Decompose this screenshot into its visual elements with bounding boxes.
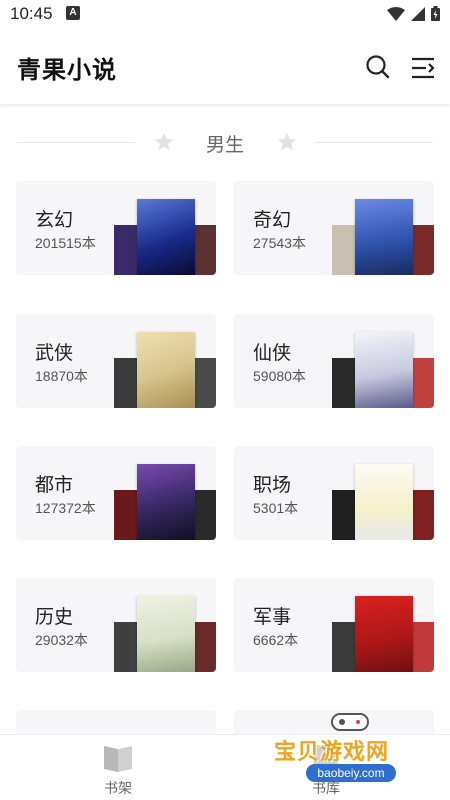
category-name: 武侠 [35, 342, 74, 364]
app-bar: 青果小说 [0, 28, 450, 104]
book-cover [332, 490, 356, 540]
gamepad-icon [331, 713, 369, 731]
book-cover [332, 358, 356, 408]
category-card-xianxia[interactable]: 仙侠 59080本 [234, 314, 434, 408]
search-icon [366, 55, 390, 79]
category-count: 127372本 [35, 500, 96, 516]
book-cover [137, 332, 195, 408]
book-cover [355, 596, 413, 672]
wifi-icon [387, 6, 405, 21]
book-cover [137, 464, 195, 540]
search-button[interactable] [364, 53, 392, 81]
category-name: 军事 [253, 606, 292, 628]
watermark-url: baobeiy.com [306, 764, 396, 782]
section-title: 男生 [205, 134, 244, 156]
book-cover [114, 490, 138, 540]
book-cover [114, 358, 138, 408]
notification-icon: A [66, 6, 80, 20]
section-divider-right [315, 142, 433, 143]
book-cover [332, 622, 356, 672]
signal-icon [411, 6, 425, 21]
category-count: 27543本 [253, 235, 306, 251]
app-title: 青果小说 [17, 56, 117, 84]
book-cover [332, 225, 356, 275]
category-name: 奇幻 [253, 209, 292, 231]
book-cover [412, 225, 434, 275]
category-card-qihuan[interactable]: 奇幻 27543本 [234, 181, 434, 275]
battery-icon [431, 6, 440, 21]
category-count: 6662本 [253, 632, 299, 648]
book-cover [194, 490, 216, 540]
section-header: 男生 [0, 126, 450, 160]
bookshelf-icon [104, 746, 132, 772]
book-cover [114, 225, 138, 275]
status-bar: 10:45 A [0, 0, 450, 28]
book-cover [114, 622, 138, 672]
book-cover [137, 596, 195, 672]
watermark-logo: 宝贝游戏网 baobeiy.com [270, 708, 440, 798]
category-count: 18870本 [35, 368, 88, 384]
category-count: 201515本 [35, 235, 96, 251]
nav-bookshelf[interactable]: 书架 [88, 743, 148, 799]
book-cover [355, 332, 413, 408]
category-count: 5301本 [253, 500, 299, 516]
book-cover [194, 225, 216, 275]
menu-icon [412, 57, 435, 79]
menu-button[interactable] [409, 54, 437, 82]
category-card-junshi[interactable]: 军事 6662本 [234, 578, 434, 672]
nav-label: 书架 [104, 781, 132, 797]
category-name: 职场 [253, 474, 292, 496]
category-card-zhichang[interactable]: 职场 5301本 [234, 446, 434, 540]
category-name: 历史 [35, 606, 74, 628]
status-time: 10:45 [10, 4, 53, 23]
system-icons [387, 6, 440, 21]
book-cover [194, 358, 216, 408]
watermark-text: 宝贝游戏网 [274, 740, 390, 765]
book-cover [355, 199, 413, 275]
category-name: 仙侠 [253, 342, 292, 364]
book-cover [137, 199, 195, 275]
category-card-dushi[interactable]: 都市 127372本 [16, 446, 216, 540]
category-count: 59080本 [253, 368, 306, 384]
category-card-lishi[interactable]: 历史 29032本 [16, 578, 216, 672]
category-name: 玄幻 [35, 209, 74, 231]
category-name: 都市 [35, 474, 74, 496]
book-cover [412, 490, 434, 540]
book-cover [194, 622, 216, 672]
book-cover [355, 464, 413, 540]
star-icon [277, 132, 297, 151]
category-card-xuanhuan[interactable]: 玄幻 201515本 [16, 181, 216, 275]
category-card-wuxia[interactable]: 武侠 18870本 [16, 314, 216, 408]
category-count: 29032本 [35, 632, 88, 648]
book-cover [412, 622, 434, 672]
book-cover [412, 358, 434, 408]
